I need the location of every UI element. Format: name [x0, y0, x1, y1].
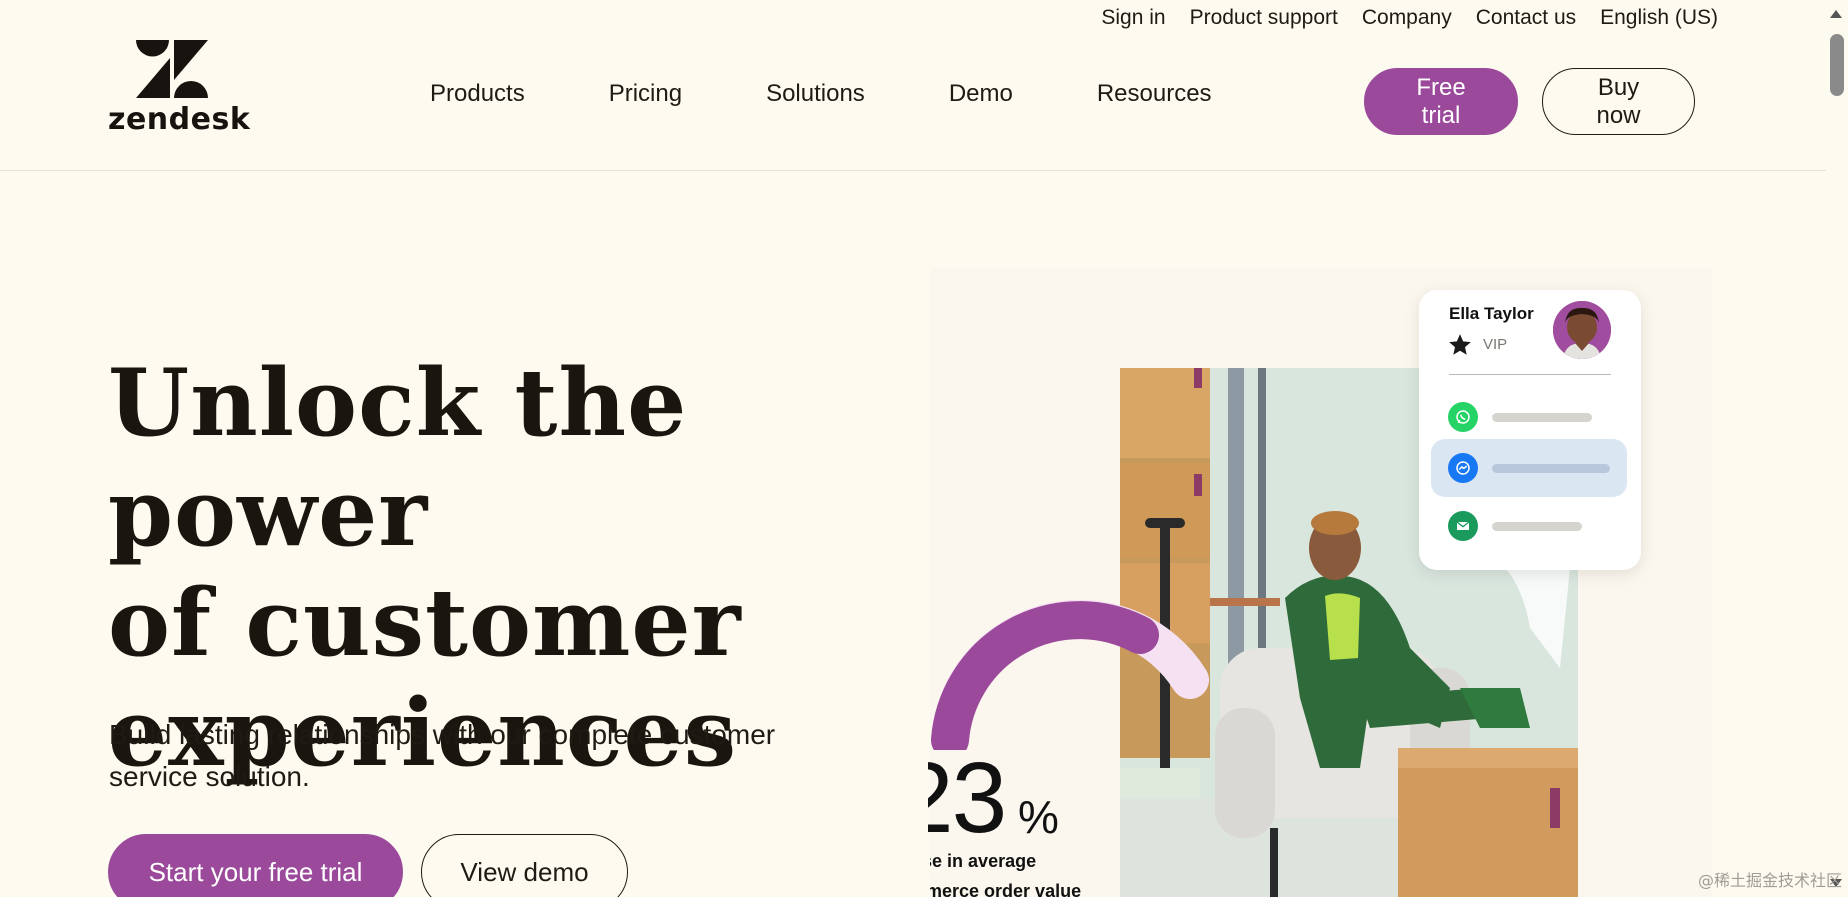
stat-caption-line: mmerce order value	[930, 881, 1082, 897]
messenger-icon	[1448, 453, 1478, 483]
scrollbar-thumb[interactable]	[1830, 34, 1844, 96]
main-nav: Products Pricing Solutions Demo Resource…	[430, 80, 1212, 108]
nav-solutions[interactable]: Solutions	[766, 80, 865, 108]
channel-whatsapp[interactable]	[1431, 388, 1627, 446]
start-free-trial-button[interactable]: Start your free trial	[108, 834, 403, 897]
whatsapp-icon	[1448, 402, 1478, 432]
channel-placeholder-bar	[1492, 522, 1582, 531]
vip-badge: VIP	[1483, 336, 1508, 353]
zendesk-logo-icon	[136, 40, 208, 98]
zendesk-logo[interactable]: zendesk	[108, 40, 250, 137]
free-trial-button[interactable]: Free trial	[1364, 68, 1518, 135]
sign-in-link[interactable]: Sign in	[1101, 6, 1165, 30]
nav-resources[interactable]: Resources	[1097, 80, 1212, 108]
hero-cta-group: Start your free trial View demo	[108, 834, 628, 897]
page-scrollbar[interactable]	[1826, 0, 1848, 897]
stat-caption-line: ease in average	[930, 851, 1037, 871]
nav-demo[interactable]: Demo	[949, 80, 1013, 108]
channel-messenger[interactable]	[1431, 439, 1627, 497]
channel-email[interactable]	[1431, 497, 1627, 555]
hero-title-line: Unlock the power	[108, 348, 688, 567]
watermark: @稀土掘金技术社区	[1697, 871, 1842, 890]
avatar	[1553, 301, 1611, 359]
stat-value-text: 23	[928, 748, 1007, 848]
company-link[interactable]: Company	[1362, 6, 1452, 30]
stat-caption: ease in average mmerce order value	[930, 846, 1130, 897]
channel-placeholder-bar	[1492, 464, 1610, 473]
star-icon	[1449, 334, 1471, 355]
channel-placeholder-bar	[1492, 413, 1592, 422]
email-icon	[1448, 511, 1478, 541]
brand-name: zendesk	[108, 102, 251, 137]
view-demo-button[interactable]: View demo	[421, 834, 628, 897]
nav-pricing[interactable]: Pricing	[609, 80, 682, 108]
scroll-up-arrow-icon[interactable]	[1830, 10, 1842, 18]
customer-profile-card: Ella Taylor VIP	[1419, 290, 1641, 570]
contact-us-link[interactable]: Contact us	[1476, 6, 1576, 30]
stat-progress-arc	[931, 599, 1209, 750]
header-cta-group: Free trial Buy now	[1364, 68, 1695, 135]
hero-title-line: of customer	[108, 568, 742, 677]
nav-products[interactable]: Products	[430, 80, 525, 108]
utility-nav: Sign in Product support Company Contact …	[1101, 0, 1718, 36]
buy-now-button[interactable]: Buy now	[1542, 68, 1695, 135]
product-support-link[interactable]: Product support	[1190, 6, 1338, 30]
stat-unit: %	[1018, 791, 1059, 843]
hero-subtitle: Build lasting relationships with our com…	[109, 719, 776, 792]
customer-name: Ella Taylor	[1449, 304, 1534, 323]
language-selector[interactable]: English (US)	[1600, 6, 1718, 30]
divider	[1449, 374, 1611, 375]
stat-value: 23	[928, 748, 1016, 848]
